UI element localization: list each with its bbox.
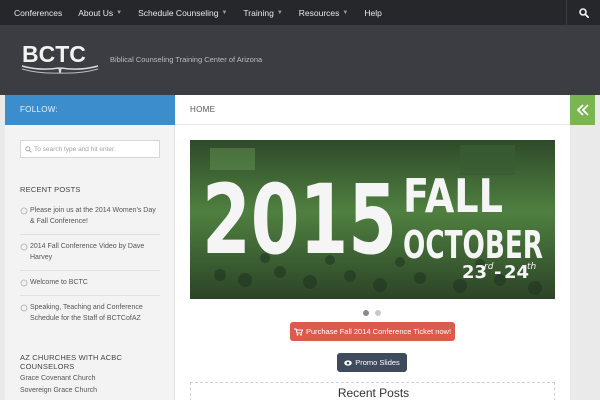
circle-bullet-icon	[20, 304, 28, 311]
sidebar-collapse-button[interactable]	[570, 95, 595, 125]
chevron-down-icon: ▼	[221, 9, 228, 16]
site-header: BCTC Biblical Counseling Training Center…	[0, 25, 600, 95]
breadcrumb[interactable]: HOME	[190, 105, 215, 114]
nav-item-conferences[interactable]: Conferences	[14, 8, 62, 18]
slide-dash: -	[494, 262, 501, 283]
recent-posts-heading: RECENT POSTS	[20, 185, 81, 194]
slide-image: 2015 FALL OCTOBER 23 rd - 24 th	[190, 140, 555, 299]
section-title: Recent Posts	[337, 386, 410, 400]
search-icon	[578, 7, 589, 18]
eye-icon	[344, 359, 352, 366]
list-item[interactable]: Welcome to BCTC	[20, 271, 160, 296]
slide-day-end-suffix: th	[527, 262, 537, 272]
nav-item-help[interactable]: Help	[364, 8, 381, 18]
circle-bullet-icon	[20, 207, 28, 214]
slide-day-end: 24	[504, 262, 529, 283]
nav-item-resources[interactable]: Resources ▼	[299, 8, 349, 18]
breadcrumb-bar: HOME	[175, 95, 570, 125]
chevron-down-icon: ▼	[342, 9, 349, 16]
recent-posts-list: Please join us at the 2014 Women's Day &…	[20, 203, 160, 331]
nav-item-about-us[interactable]: About Us ▼	[78, 8, 122, 18]
follow-bar: FOLLOW:	[5, 95, 175, 125]
recent-posts-section: Recent Posts	[190, 382, 555, 400]
slide-day-start-suffix: rd	[484, 262, 494, 272]
list-item[interactable]: Sovereign Grace Church	[20, 385, 170, 397]
site-logo[interactable]: BCTC	[21, 41, 99, 75]
site-tagline: Biblical Counseling Training Center of A…	[110, 55, 263, 64]
list-item[interactable]: Speaking, Teaching and Conference Schedu…	[20, 296, 160, 331]
list-item[interactable]: Please join us at the 2014 Women's Day &…	[20, 203, 160, 235]
search-toggle-button[interactable]	[566, 0, 600, 25]
circle-bullet-icon	[20, 243, 28, 250]
main-menu: Conferences About Us ▼ Schedule Counselin…	[6, 0, 390, 25]
slider-dot-2[interactable]	[375, 310, 381, 316]
hero-slider[interactable]: 2015 FALL OCTOBER 23 rd - 24 th	[190, 140, 555, 299]
chevron-down-icon: ▼	[116, 9, 123, 16]
promo-slides-button[interactable]: Promo Slides	[337, 353, 407, 372]
chevron-down-icon: ▼	[276, 9, 283, 16]
top-navigation: Conferences About Us ▼ Schedule Counselin…	[0, 0, 600, 25]
sidebar-search	[20, 140, 160, 158]
search-icon	[25, 145, 32, 153]
nav-item-schedule-counseling[interactable]: Schedule Counseling ▼	[138, 8, 227, 18]
sidebar: RECENT POSTS Please join us at the 2014 …	[5, 125, 175, 400]
nav-item-training[interactable]: Training ▼	[243, 8, 282, 18]
search-input[interactable]	[34, 145, 154, 153]
list-item[interactable]: 2014 Fall Conference Video by Dave Harve…	[20, 235, 160, 271]
slide-month: OCTOBER	[403, 223, 543, 267]
cart-icon	[293, 328, 303, 336]
list-item[interactable]: Grace Covenant Church	[20, 373, 170, 385]
slider-dot-1[interactable]	[363, 310, 369, 316]
circle-bullet-icon	[20, 279, 28, 286]
slide-season: FALL	[403, 169, 503, 223]
slider-pagination	[360, 310, 384, 316]
slide-year: 2015	[202, 164, 397, 276]
purchase-ticket-button[interactable]: Purchase Fall 2014 Conference Ticket now…	[290, 322, 455, 341]
churches-heading: AZ CHURCHES WITH ACBC COUNSELORS	[20, 353, 123, 371]
churches-list: Grace Covenant Church Sovereign Grace Ch…	[20, 373, 170, 396]
double-chevron-left-icon	[576, 104, 589, 116]
book-icon	[21, 65, 99, 74]
